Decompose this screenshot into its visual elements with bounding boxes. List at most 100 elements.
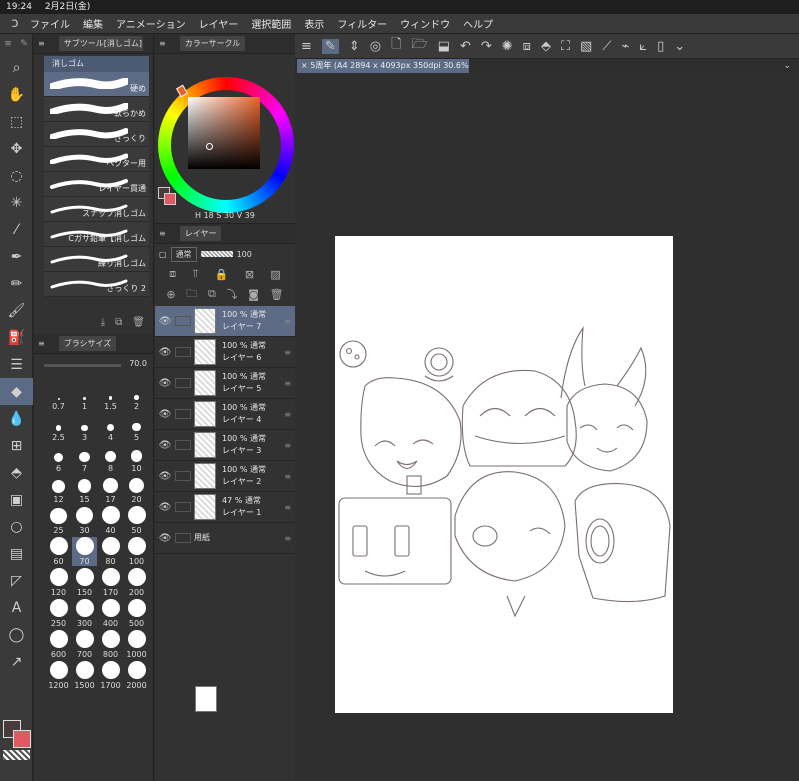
fill-icon[interactable]: ⬘: [541, 39, 551, 54]
eye-icon[interactable]: 👁: [155, 502, 175, 513]
brush-size-option[interactable]: 20: [124, 475, 149, 504]
brush-size-option[interactable]: 1000: [124, 630, 149, 659]
brush-size-option[interactable]: 2.5: [46, 413, 71, 442]
brush-size-option[interactable]: 2: [124, 382, 149, 411]
layer-menu-icon[interactable]: ≡: [284, 348, 291, 357]
clip-icon[interactable]: ⧈: [169, 267, 176, 281]
decoration-tool-icon[interactable]: ☰: [0, 351, 33, 378]
layer-row[interactable]: 👁 47 % 通常 レイヤー 1 ≡: [155, 492, 295, 523]
zoom-tool-icon[interactable]: ⌕: [0, 54, 33, 81]
menu-selection[interactable]: 選択範囲: [251, 16, 291, 31]
brush-size-option[interactable]: 1: [72, 382, 97, 411]
new-file-icon[interactable]: 🗋: [391, 35, 401, 57]
smudge-icon[interactable]: ⌁: [621, 39, 629, 54]
brush-size-option[interactable]: 2000: [124, 661, 149, 690]
mini-sub-color[interactable]: [164, 193, 176, 205]
layer-row[interactable]: 👁 100 % 通常 レイヤー 2 ≡: [155, 461, 295, 492]
brush-size-option[interactable]: 17: [98, 475, 123, 504]
brush-item[interactable]: Cガサ鉛筆【消しゴム: [44, 222, 149, 247]
menu-animation[interactable]: アニメーション: [116, 16, 186, 31]
brush-size-option[interactable]: 50: [124, 506, 149, 535]
ruler-tool-icon[interactable]: ◸: [0, 567, 33, 594]
eye-icon[interactable]: 👁: [155, 409, 175, 420]
eye-icon[interactable]: 👁: [155, 378, 175, 389]
layer-lock-toggle[interactable]: [175, 316, 191, 326]
perspective-icon[interactable]: ⟀: [639, 39, 647, 54]
sub-color-swatch[interactable]: [13, 730, 31, 748]
layer-row[interactable]: 👁 100 % 通常 レイヤー 4 ≡: [155, 399, 295, 430]
app-icon[interactable]: ◎: [370, 39, 381, 54]
brush-size-option[interactable]: 250: [46, 599, 71, 628]
menu-window[interactable]: ウィンドウ: [400, 16, 450, 31]
subtool-group-eraser[interactable]: 消しゴム: [44, 56, 149, 72]
delete-layer-icon[interactable]: 🗑: [270, 288, 284, 301]
canvas-area[interactable]: [295, 73, 799, 781]
merge-layer-icon[interactable]: ⤵: [227, 286, 238, 302]
frame-tool-icon[interactable]: ▤: [0, 540, 33, 567]
app-logo-icon[interactable]: ↄ: [0, 16, 30, 31]
brush-tool-icon[interactable]: 🖌: [0, 297, 33, 324]
brush-size-option[interactable]: 10: [124, 444, 149, 473]
deselect-icon[interactable]: ⧈: [523, 39, 531, 54]
spinner-icon[interactable]: ✺: [502, 39, 513, 54]
brush-size-option[interactable]: 1500: [72, 661, 97, 690]
layer-mask-icon[interactable]: ◙: [248, 288, 259, 301]
opacity-slider[interactable]: [200, 251, 233, 257]
text-tool-icon[interactable]: A: [0, 594, 33, 621]
chevron-down-icon[interactable]: ⌄: [783, 59, 791, 73]
brush-size-option[interactable]: 4: [98, 413, 123, 442]
layer-lock-toggle[interactable]: [175, 440, 191, 450]
pen-tool-icon[interactable]: ✒: [0, 243, 33, 270]
reference-icon[interactable]: ⫪: [192, 267, 198, 281]
brush-size-option[interactable]: 0.7: [46, 382, 71, 411]
pencil-tool-icon[interactable]: ✏: [0, 270, 33, 297]
blend-tool-icon[interactable]: 💧: [0, 405, 33, 432]
brush-item[interactable]: 軟らかめ: [44, 97, 149, 122]
brush-item[interactable]: 硬め: [44, 72, 149, 97]
layer-menu-icon[interactable]: ≡: [284, 472, 291, 481]
move-tool-icon[interactable]: ✥: [0, 135, 33, 162]
tab-subtool[interactable]: サブツール[消しゴム]: [58, 36, 143, 51]
brush-size-option[interactable]: 60: [46, 537, 71, 566]
layer-color-icon[interactable]: ▢: [159, 250, 167, 259]
edit-mode-icon[interactable]: ✎: [321, 38, 339, 54]
object-tool-icon[interactable]: ⬚: [0, 108, 33, 135]
menu-icon[interactable]: ≡: [38, 39, 45, 48]
brush-size-option[interactable]: 6: [46, 444, 71, 473]
brush-size-option[interactable]: 80: [98, 537, 123, 566]
undo-icon[interactable]: ↶: [460, 39, 471, 54]
layer-row[interactable]: 👁 100 % 通常 レイヤー 7 ≡: [155, 306, 295, 337]
brush-size-option[interactable]: 3: [72, 413, 97, 442]
close-icon[interactable]: ×: [301, 61, 310, 70]
open-file-icon[interactable]: 🗁: [412, 35, 428, 57]
brush-size-option[interactable]: 1700: [98, 661, 123, 690]
eyedropper-tool-icon[interactable]: ⁄: [0, 216, 33, 243]
lock-icon[interactable]: 🔒: [215, 268, 229, 281]
eraser-tool-icon[interactable]: ◆: [0, 378, 33, 405]
layer-menu-icon[interactable]: ≡: [284, 441, 291, 450]
opacity-value[interactable]: 100: [237, 250, 252, 259]
layer-menu-icon[interactable]: ≡: [284, 503, 291, 512]
transparent-color-swatch[interactable]: [3, 750, 30, 760]
new-layer-icon[interactable]: ⊕: [166, 288, 175, 301]
brush-item[interactable]: ざっくり 2: [44, 272, 149, 297]
brush-size-option[interactable]: 800: [98, 630, 123, 659]
tablet-icon[interactable]: ▯: [657, 39, 664, 54]
correction-tool-icon[interactable]: ↗: [0, 648, 33, 675]
layer-lock-toggle[interactable]: [175, 533, 191, 543]
layer-menu-icon[interactable]: ≡: [284, 410, 291, 419]
brush-size-option[interactable]: 30: [72, 506, 97, 535]
ruler-snap-icon[interactable]: ⟋: [602, 39, 611, 54]
mini-color-swatches[interactable]: [158, 187, 176, 205]
eye-icon[interactable]: 👁: [155, 440, 175, 451]
tab-brush-size[interactable]: ブラシサイズ: [58, 336, 117, 351]
trash-icon[interactable]: 🗑: [132, 317, 145, 328]
document-tab[interactable]: × 5周年 (A4 2894 x 4093px 350dpi 30.6%): [297, 59, 469, 73]
layer-row[interactable]: 👁 用紙 ≡: [155, 523, 295, 712]
menu-help[interactable]: ヘルプ: [463, 16, 493, 31]
layer-row[interactable]: 👁 100 % 通常 レイヤー 3 ≡: [155, 430, 295, 461]
brush-size-option[interactable]: 25: [46, 506, 71, 535]
brush-item[interactable]: レイヤー貫通: [44, 172, 149, 197]
brush-size-option[interactable]: 500: [124, 599, 149, 628]
layer-menu-icon[interactable]: ≡: [284, 379, 291, 388]
